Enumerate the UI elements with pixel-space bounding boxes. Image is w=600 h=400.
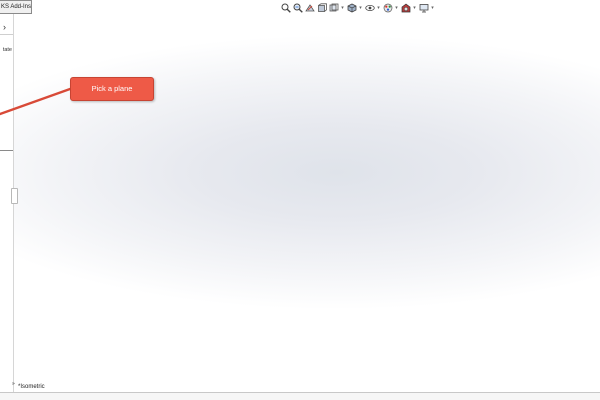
callout-leader-line xyxy=(0,87,72,116)
status-bar xyxy=(0,393,600,400)
view-orientation-label: *Isometric xyxy=(18,384,45,390)
reference-triad-icon: » xyxy=(12,381,15,387)
pick-a-plane-callout: Pick a plane xyxy=(70,77,154,101)
